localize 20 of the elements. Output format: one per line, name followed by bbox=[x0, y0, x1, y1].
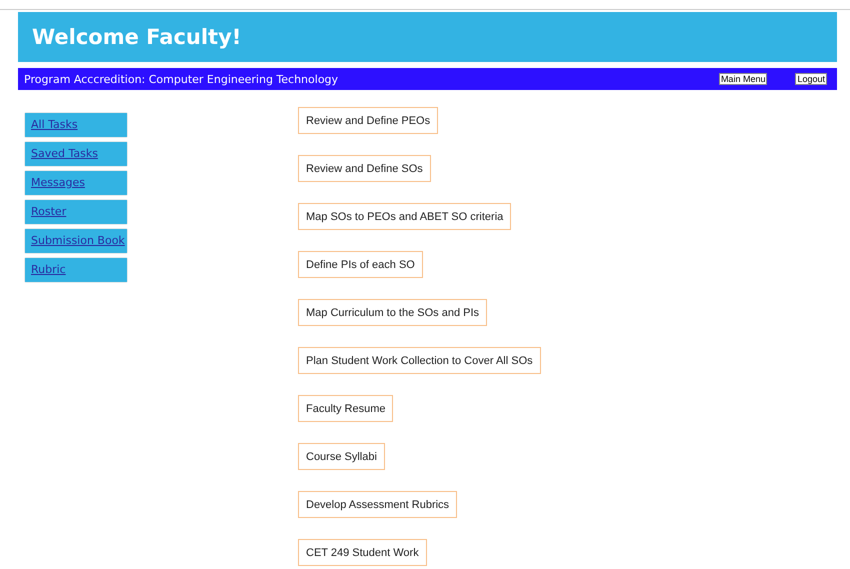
sidebar-link[interactable]: Rubric bbox=[25, 258, 127, 282]
task-button[interactable]: Define PIs of each SO bbox=[298, 251, 423, 278]
task-button[interactable]: Course Syllabi bbox=[298, 443, 385, 470]
sidebar-link[interactable]: Messages bbox=[25, 171, 127, 195]
program-name: Program Acccredition: Computer Engineering Technology bbox=[24, 72, 338, 86]
nav-button[interactable]: Logout bbox=[795, 73, 827, 85]
task-button[interactable]: Map SOs to PEOs and ABET SO criteria bbox=[298, 203, 512, 230]
task-button[interactable]: Develop Assessment Rubrics bbox=[298, 491, 458, 518]
task-button[interactable]: Review and Define SOs bbox=[298, 155, 431, 182]
sidebar-link[interactable]: Submission Book bbox=[25, 229, 127, 253]
task-button[interactable]: Map Curriculum to the SOs and PIs bbox=[298, 299, 488, 326]
task-button[interactable]: Plan Student Work Collection to Cover All SOs bbox=[298, 347, 541, 374]
task-button[interactable]: Faculty Resume bbox=[298, 395, 394, 422]
sidebar-link[interactable]: Saved Tasks bbox=[25, 142, 127, 166]
nav-button[interactable]: Main Menu bbox=[718, 73, 768, 85]
sidebar-link[interactable]: All Tasks bbox=[25, 113, 127, 137]
page-title: Welcome Faculty! bbox=[32, 25, 242, 49]
task-button[interactable]: Review and Define PEOs bbox=[298, 107, 438, 134]
task-button[interactable]: CET 249 Student Work bbox=[298, 539, 427, 566]
sidebar-link[interactable]: Roster bbox=[25, 200, 127, 224]
